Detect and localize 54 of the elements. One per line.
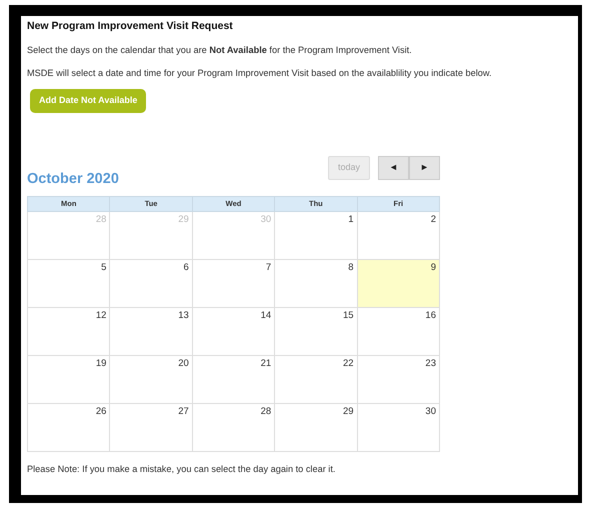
day-cell[interactable]: 21 [192, 355, 275, 404]
note-text: Please Note: If you make a mistake, you can select the day again to clear it. [27, 462, 336, 476]
day-number: 20 [177, 356, 190, 371]
day-cell[interactable]: 15 [274, 307, 358, 356]
day-cell[interactable]: 26 [28, 403, 110, 452]
day-number: 28 [94, 212, 108, 227]
day-number: 28 [260, 404, 272, 419]
day-number: 14 [260, 308, 272, 323]
day-number: 21 [260, 356, 272, 371]
day-number: 30 [260, 212, 272, 227]
day-cell[interactable]: 19 [28, 355, 110, 404]
day-number: 26 [94, 404, 108, 419]
day-cell[interactable]: 29 [274, 403, 358, 452]
day-number: 29 [342, 404, 355, 419]
day-cell[interactable]: 20 [110, 355, 192, 404]
day-cell[interactable]: 28 [192, 403, 275, 452]
day-number: 22 [342, 356, 355, 371]
page-title: New Program Improvement Visit Request [27, 19, 234, 34]
day-cell[interactable]: 13 [110, 307, 192, 356]
day-cell[interactable]: 5 [28, 259, 110, 308]
instruction-text: MSDE will select a date and time for your Program Improvement Visit based on the availablility you indicate below. [27, 66, 493, 80]
day-number: 12 [94, 308, 108, 323]
day-number: 15 [342, 308, 355, 323]
day-cell[interactable]: 2 [357, 211, 440, 260]
day-cell[interactable]: 23 [357, 355, 440, 404]
day-cell[interactable]: 14 [192, 307, 275, 356]
day-number: 5 [100, 260, 108, 275]
day-cell[interactable]: 22 [274, 355, 358, 404]
day-cell[interactable]: 16 [357, 307, 440, 356]
day-number: 27 [177, 404, 190, 419]
day-number: 7 [264, 260, 272, 275]
day-number: 29 [177, 212, 190, 227]
day-number: 19 [94, 356, 108, 371]
day-cell[interactable]: 27 [110, 403, 192, 452]
day-number: 13 [177, 308, 190, 323]
day-cell[interactable]: 12 [28, 307, 110, 356]
day-number: 16 [424, 308, 437, 323]
next-button[interactable]: ► [409, 156, 440, 180]
instruction-text: Select the days on the calendar that you are Not Available for the Program Improvement Visit. [27, 44, 413, 57]
day-number: 6 [182, 260, 190, 275]
day-cell[interactable]: 30 [357, 403, 440, 452]
day-cell[interactable]: 6 [110, 259, 192, 308]
day-number: 9 [430, 260, 437, 275]
day-cell[interactable]: 7 [192, 259, 275, 308]
day-cell[interactable]: 8 [274, 259, 358, 308]
day-number: 23 [424, 356, 437, 371]
day-cell[interactable]: 9 [357, 259, 440, 308]
day-number: 30 [424, 404, 437, 419]
month-title: October 2020 [27, 170, 119, 189]
day-number: 2 [430, 212, 437, 227]
previous-button[interactable]: ◄ [378, 156, 409, 180]
day-number: 8 [347, 260, 355, 275]
day-number: 1 [347, 212, 355, 227]
day-cell[interactable]: 1 [274, 211, 358, 260]
